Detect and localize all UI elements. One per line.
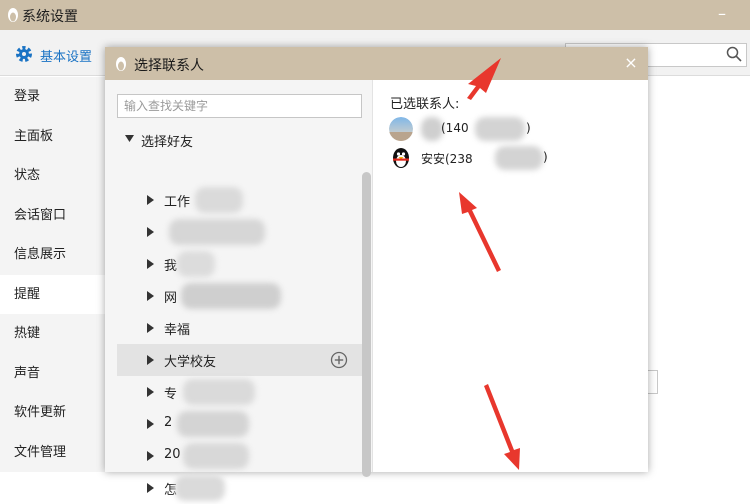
caret-right-icon: [147, 291, 154, 301]
contact-name-suffix: ): [526, 121, 531, 135]
group-label: 幸福: [164, 323, 191, 338]
group-label: 20: [164, 447, 181, 462]
contact-name: (140: [441, 121, 469, 135]
redaction-blur: [169, 219, 265, 245]
caret-right-icon: [147, 355, 154, 365]
close-button[interactable]: ×: [622, 52, 640, 74]
settings-sidebar: 登录 主面板 状态 会话窗口 信息展示 提醒 热键 声音 软件更新 文件管理: [0, 77, 106, 472]
penguin-app-icon: [8, 8, 18, 22]
redaction-blur: [495, 146, 543, 170]
contact-name-suffix: ): [543, 150, 548, 164]
group-label: 我: [164, 259, 178, 274]
dialog-title: 选择联系人: [134, 58, 204, 74]
caret-right-icon: [147, 259, 154, 269]
tree-root-select-friends[interactable]: 选择好友: [105, 126, 373, 152]
group-item[interactable]: 20: [117, 440, 362, 472]
sidebar-item-main-panel[interactable]: 主面板: [0, 117, 106, 157]
penguin-avatar-icon: [393, 148, 409, 168]
group-label: 网: [164, 291, 178, 306]
caret-right-icon: [147, 323, 154, 333]
sidebar-item-sound[interactable]: 声音: [0, 354, 106, 394]
select-contacts-dialog: 选择联系人 × 选择好友 工作 我 网: [105, 47, 648, 501]
group-item[interactable]: 网: [117, 280, 362, 312]
group-item[interactable]: 怎: [117, 472, 362, 504]
tree-scrollbar[interactable]: [362, 172, 371, 477]
redaction-blur: [181, 283, 281, 309]
dialog-titlebar: 选择联系人 ×: [105, 47, 648, 80]
redaction-blur: [421, 117, 443, 141]
selected-contacts-header: 已选联系人:: [390, 97, 460, 112]
group-item[interactable]: [117, 216, 362, 248]
penguin-app-icon: [116, 57, 126, 71]
caret-right-icon: [147, 227, 154, 237]
group-label: 2: [164, 415, 173, 430]
caret-right-icon: [147, 419, 154, 429]
caret-right-icon: [147, 195, 154, 205]
sidebar-item-software-update[interactable]: 软件更新: [0, 393, 106, 433]
redaction-blur: [177, 411, 249, 437]
redaction-blur: [475, 117, 525, 141]
group-item[interactable]: 幸福: [117, 312, 362, 344]
group-item[interactable]: 2: [117, 408, 362, 440]
selected-contact-item[interactable]: 安安(238 ): [389, 144, 639, 172]
sidebar-item-reminder[interactable]: 提醒: [0, 274, 106, 314]
settings-content-area: [648, 77, 750, 472]
group-label: 专: [164, 387, 178, 402]
sidebar-item-status[interactable]: 状态: [0, 156, 106, 196]
window-title: 系统设置: [22, 9, 78, 25]
sidebar-item-hotkeys[interactable]: 热键: [0, 314, 106, 354]
caret-right-icon: [147, 451, 154, 461]
sidebar-item-login[interactable]: 登录: [0, 77, 106, 117]
caret-right-icon: [147, 483, 154, 493]
group-item[interactable]: 专: [117, 376, 362, 408]
redaction-blur: [183, 379, 255, 405]
redaction-blur: [175, 475, 225, 501]
redaction-blur: [183, 443, 249, 469]
redaction-blur: [177, 251, 215, 277]
selected-contacts-pane: 已选联系人: (140 ) 安安(238 ): [373, 80, 648, 472]
group-label: 大学校友: [164, 355, 217, 370]
sidebar-item-info-display[interactable]: 信息展示: [0, 235, 106, 275]
tree-root-label: 选择好友: [141, 135, 194, 150]
selected-contact-item[interactable]: (140 ): [389, 115, 639, 143]
gear-icon: [16, 46, 32, 62]
tab-basic-settings[interactable]: 基本设置: [40, 46, 92, 65]
caret-right-icon: [147, 387, 154, 397]
group-label: 工作: [164, 195, 191, 210]
friends-tree-pane: 选择好友 工作 我 网 幸福 大学校友: [105, 80, 373, 501]
redaction-blur: [195, 187, 243, 213]
group-item-selected[interactable]: 大学校友: [117, 344, 362, 376]
search-icon[interactable]: [726, 46, 742, 62]
main-titlebar: 系统设置 –: [0, 0, 750, 30]
sidebar-item-file-management[interactable]: 文件管理: [0, 433, 106, 473]
contact-search-input[interactable]: [117, 94, 362, 118]
group-item[interactable]: 工作: [117, 184, 362, 216]
settings-field-edge[interactable]: [648, 370, 658, 394]
sidebar-item-chat-window[interactable]: 会话窗口: [0, 196, 106, 236]
add-circle-icon[interactable]: [330, 351, 348, 369]
caret-down-icon: [125, 135, 134, 142]
minimize-button[interactable]: –: [718, 4, 726, 23]
avatar: [389, 117, 413, 141]
contact-name: 安安(238: [421, 152, 473, 166]
group-item[interactable]: 我: [117, 248, 362, 280]
